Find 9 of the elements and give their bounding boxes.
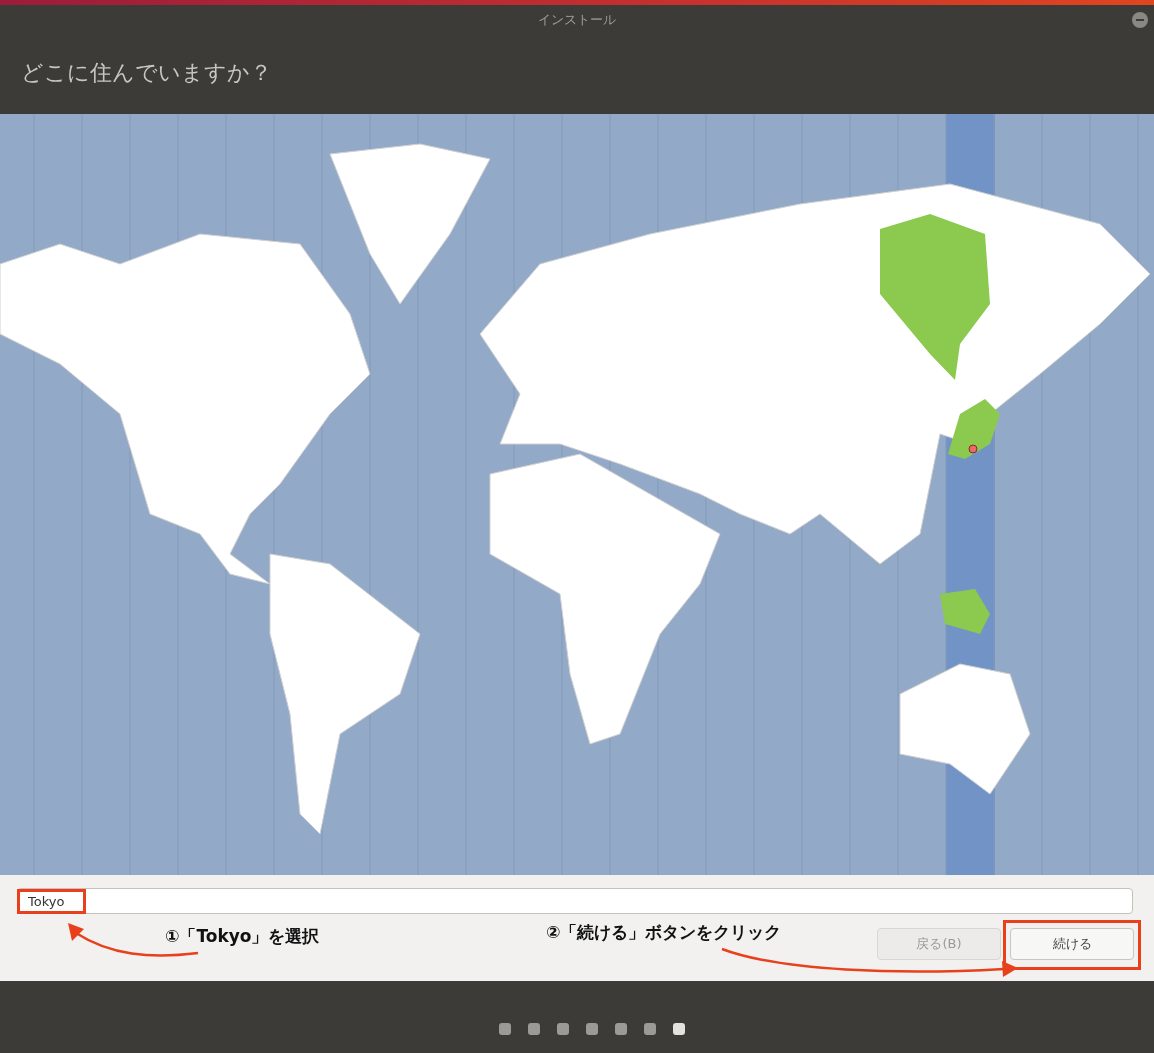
minimize-icon[interactable] [1132, 12, 1148, 28]
location-input-field[interactable]: Tokyo [17, 888, 1133, 914]
highlight-frame [17, 889, 86, 914]
page-heading: どこに住んでいますか？ [21, 58, 272, 87]
window-title: インストール [538, 11, 616, 29]
annotation-text: ①「Tokyo」を選択 [165, 925, 320, 948]
annotation-text: ②「続ける」ボタンをクリック [546, 921, 782, 944]
continue-button[interactable]: 続ける [1010, 928, 1134, 960]
world-map-drawing[interactable] [0, 114, 1154, 875]
